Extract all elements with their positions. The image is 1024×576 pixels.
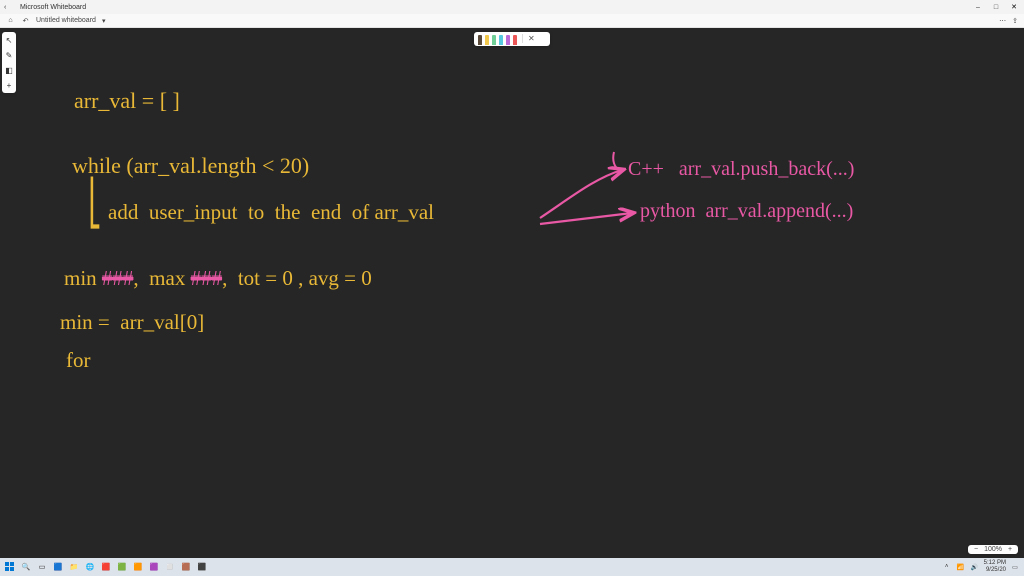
taskbar-app-9[interactable]: 🟫 xyxy=(180,561,192,573)
palette-separator xyxy=(522,34,523,43)
undo-icon[interactable]: ↶ xyxy=(21,16,30,25)
ink-l4c: , tot = 0 , avg = 0 xyxy=(222,266,372,290)
ink-line-1: arr_val = [ ] xyxy=(74,88,180,114)
tray-network-icon[interactable]: 📶 xyxy=(956,564,966,571)
taskbar-app-10[interactable]: ⬛ xyxy=(196,561,208,573)
taskbar-app-8[interactable]: ◻️ xyxy=(164,561,176,573)
pen-color-3[interactable] xyxy=(492,35,496,45)
app-toolbar: ⌂ ↶ Untitled whiteboard ▾ ⋯ ⇪ xyxy=(0,14,1024,28)
ink-line-5: min = arr_val[0] xyxy=(60,310,204,335)
pen-palette[interactable]: ✕ xyxy=(474,32,550,46)
ink-annotation-cpp: C++ arr_val.push_back(...) xyxy=(628,158,854,181)
home-icon[interactable]: ⌂ xyxy=(6,16,15,25)
ink-scribble-1: ### xyxy=(102,266,134,290)
ink-annotation-python: python arr_val.append(...) xyxy=(640,200,853,223)
chevron-down-icon[interactable]: ▾ xyxy=(102,17,106,25)
ink-line-2: while (arr_val.length < 20) xyxy=(72,153,309,179)
ink-line-3: add user_input to the end of arr_val xyxy=(108,200,434,225)
palette-close-icon[interactable]: ✕ xyxy=(528,34,535,43)
window-titlebar: ‹ Microsoft Whiteboard – □ ✕ xyxy=(0,0,1024,14)
share-icon[interactable]: ⇪ xyxy=(1012,17,1018,25)
settings-icon[interactable]: ⋯ xyxy=(999,17,1006,25)
back-icon[interactable]: ‹ xyxy=(4,4,12,11)
taskbar-date: 9/25/20 xyxy=(984,567,1006,574)
search-icon[interactable]: 🔍 xyxy=(20,561,32,573)
minimize-button[interactable]: – xyxy=(972,4,984,11)
taskbar-app-1[interactable]: 🟦 xyxy=(52,561,64,573)
eraser-tool-icon[interactable]: ◧ xyxy=(4,65,14,75)
ink-scribble-2: ### xyxy=(191,266,223,290)
ink-l4a: min xyxy=(64,266,102,290)
ink-line-4: min ###, max ###, tot = 0 , avg = 0 xyxy=(64,266,372,291)
maximize-button[interactable]: □ xyxy=(990,4,1002,11)
tool-strip: ↖ ✎ ◧ + xyxy=(2,32,16,93)
taskbar-app-2[interactable]: 📁 xyxy=(68,561,80,573)
taskbar-app-4[interactable]: 🟥 xyxy=(100,561,112,573)
ink-arrows xyxy=(0,28,1024,558)
tray-notifications-icon[interactable]: ▭ xyxy=(1010,564,1020,571)
board-name[interactable]: Untitled whiteboard xyxy=(36,17,96,24)
ink-line-6: for xyxy=(66,348,91,373)
whiteboard-canvas[interactable]: www.BANDICAM.com ↖ ✎ ◧ + ✕ arr_val = [ ]… xyxy=(0,28,1024,558)
add-tool-icon[interactable]: + xyxy=(4,80,14,90)
app-name: Microsoft Whiteboard xyxy=(20,4,86,11)
zoom-in-button[interactable]: + xyxy=(1006,546,1014,553)
zoom-out-button[interactable]: − xyxy=(972,546,980,553)
pen-color-4[interactable] xyxy=(499,35,503,45)
taskbar-app-5[interactable]: 🟩 xyxy=(116,561,128,573)
tray-up-icon[interactable]: ˄ xyxy=(942,564,952,570)
taskbar-app-6[interactable]: 🟧 xyxy=(132,561,144,573)
tray-volume-icon[interactable]: 🔊 xyxy=(970,564,980,571)
start-button[interactable] xyxy=(4,561,16,573)
close-button[interactable]: ✕ xyxy=(1008,3,1020,11)
ink-bracket: ⎣ xyxy=(88,178,101,229)
task-view-icon[interactable]: ▭ xyxy=(36,561,48,573)
taskbar-clock[interactable]: 5:12 PM 9/25/20 xyxy=(984,560,1006,574)
zoom-level: 100% xyxy=(984,546,1002,553)
pen-color-1[interactable] xyxy=(478,35,482,45)
pen-color-2[interactable] xyxy=(485,35,489,45)
taskbar-app-3[interactable]: 🌐 xyxy=(84,561,96,573)
pen-color-5[interactable] xyxy=(506,35,510,45)
taskbar-time: 5:12 PM xyxy=(984,560,1006,567)
select-tool-icon[interactable]: ↖ xyxy=(4,35,14,45)
ink-l4b: , max xyxy=(133,266,190,290)
zoom-control: − 100% + xyxy=(968,545,1018,554)
pen-tool-icon[interactable]: ✎ xyxy=(4,50,14,60)
taskbar-app-7[interactable]: 🟪 xyxy=(148,561,160,573)
windows-taskbar: 🔍 ▭ 🟦 📁 🌐 🟥 🟩 🟧 🟪 ◻️ 🟫 ⬛ ˄ 📶 🔊 5:12 PM 9… xyxy=(0,558,1024,576)
pen-color-6[interactable] xyxy=(513,35,517,45)
